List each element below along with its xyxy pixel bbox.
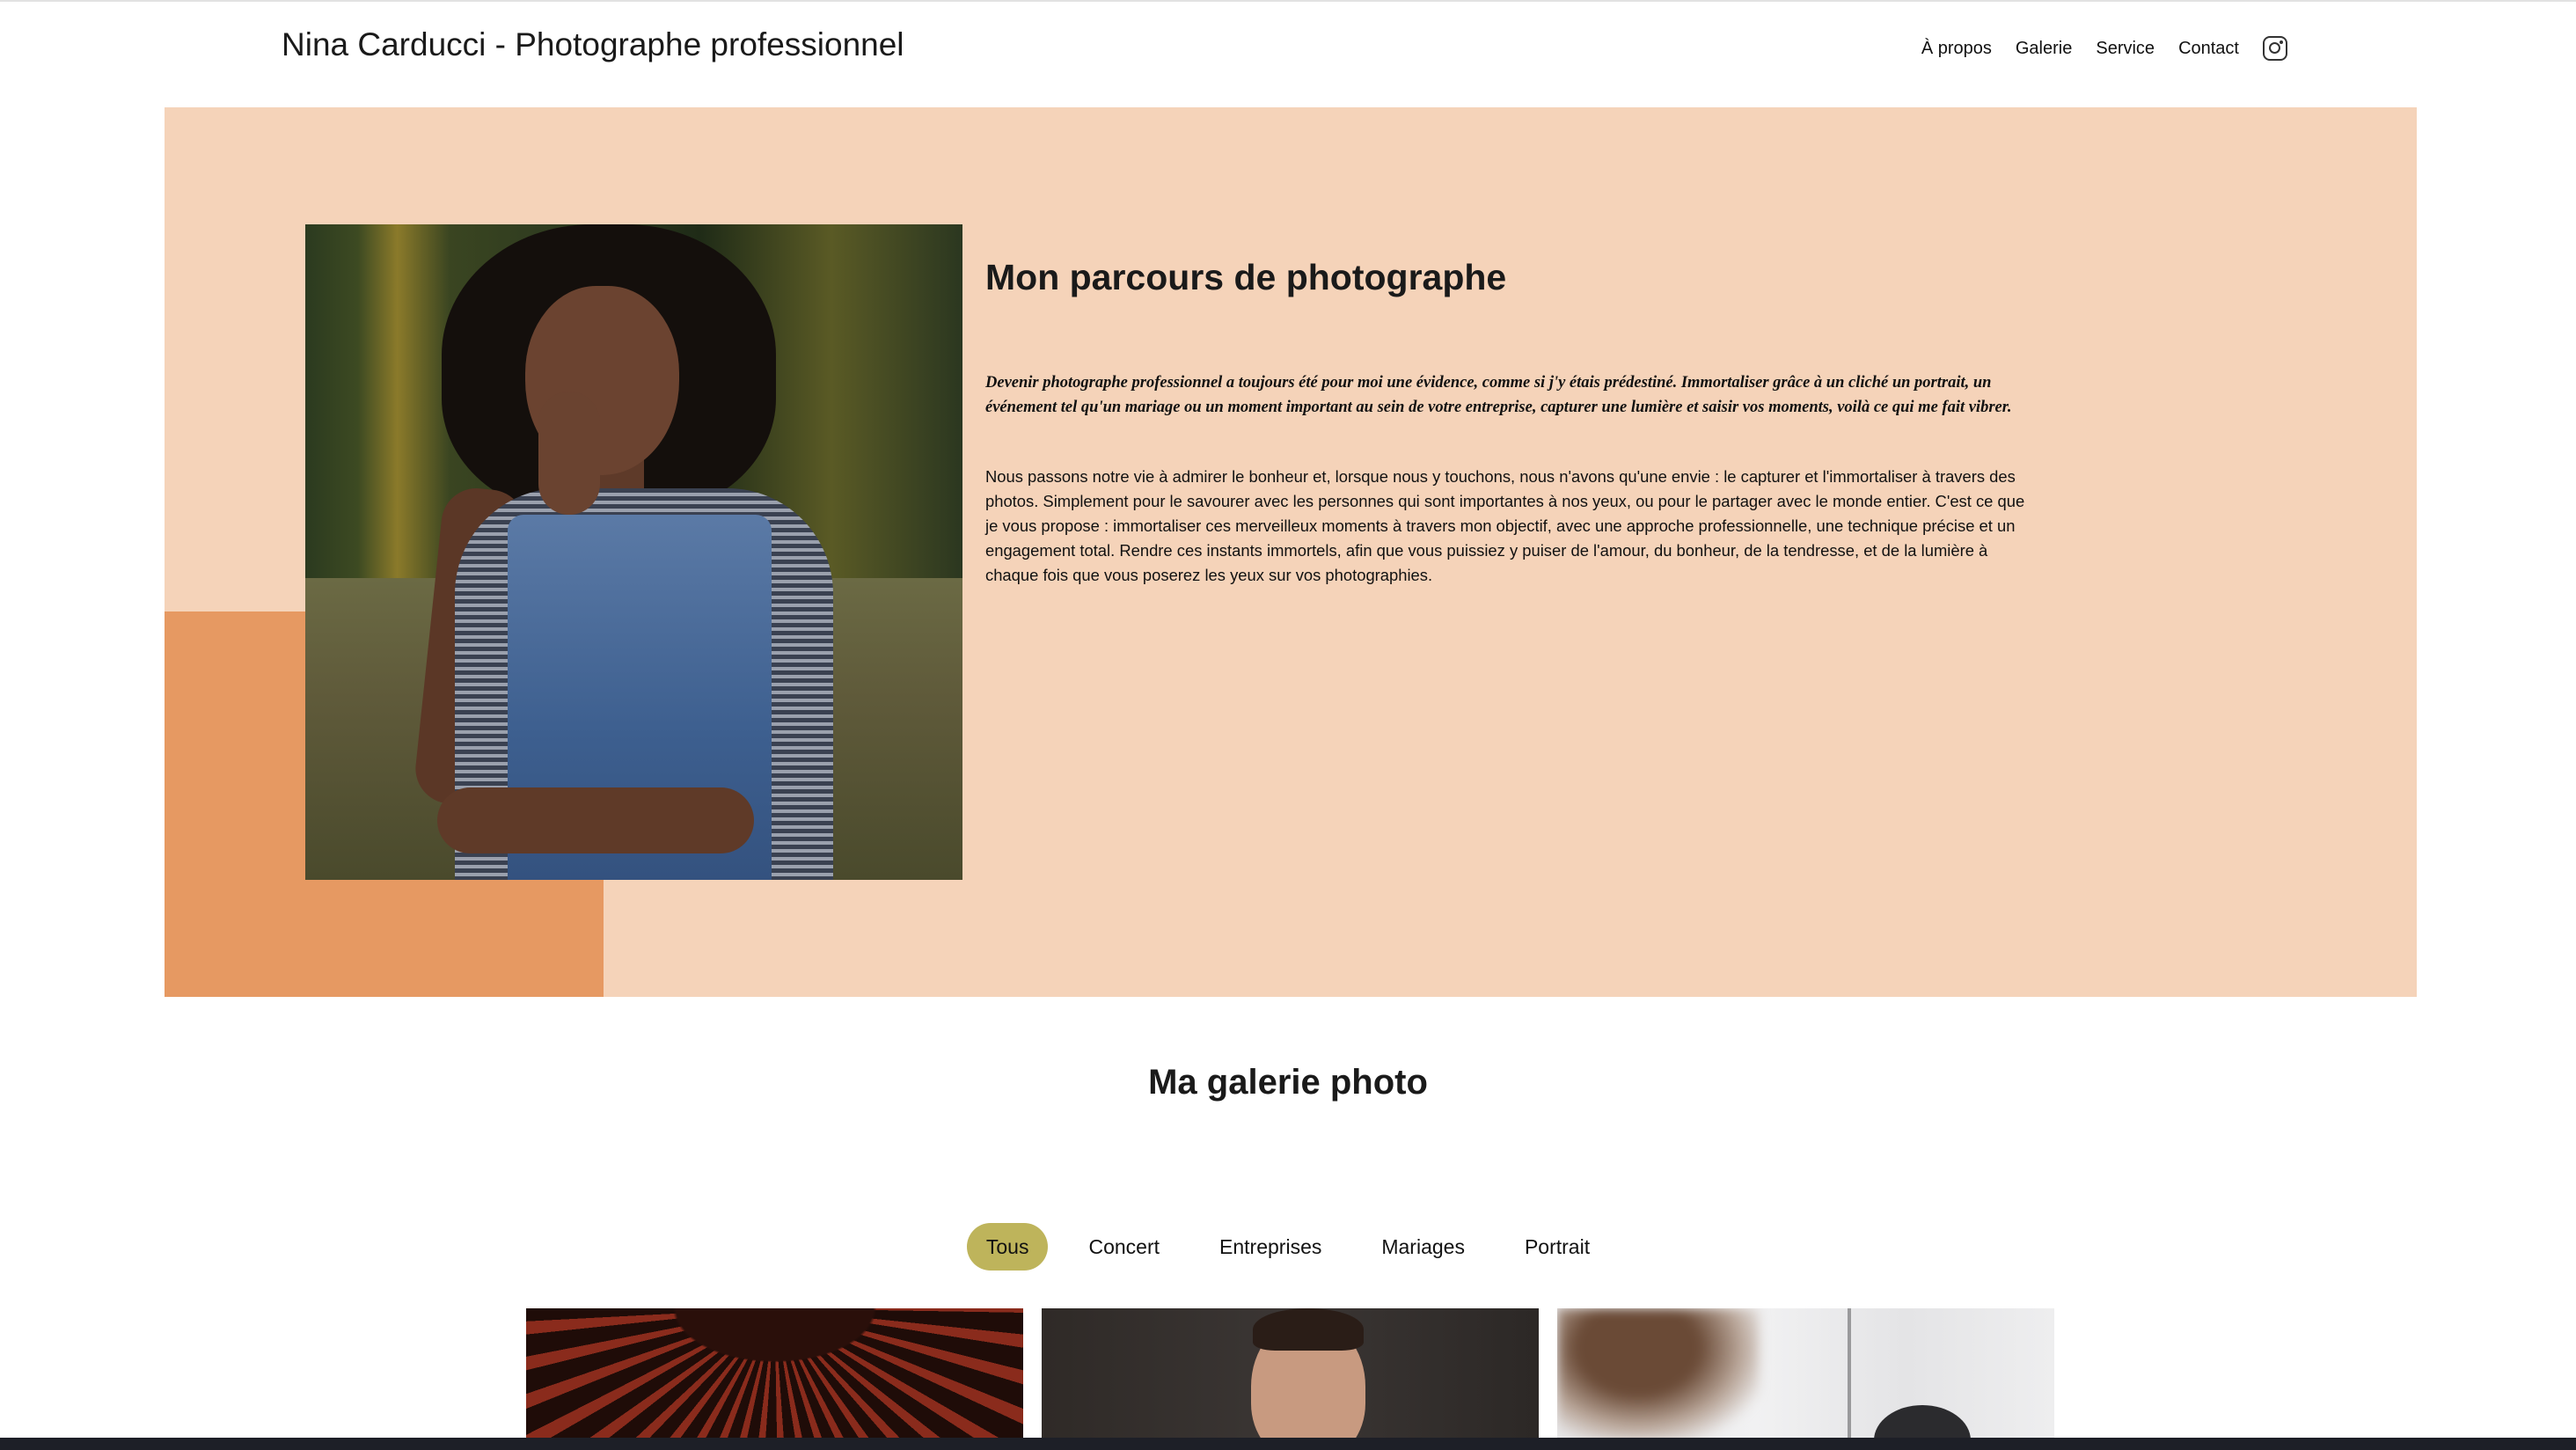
thumb-hair	[1253, 1308, 1364, 1351]
gallery-image-portrait-man[interactable]	[1042, 1308, 1539, 1440]
bottom-bar	[0, 1438, 2576, 1450]
site-header: Nina Carducci - Photographe professionne…	[0, 0, 2576, 106]
gallery-image-wedding[interactable]	[1557, 1308, 2054, 1440]
thumb-pole	[1848, 1308, 1851, 1440]
portrait-forearm	[437, 787, 754, 853]
thumb-dark	[1874, 1405, 1971, 1440]
filter-entreprises[interactable]: Entreprises	[1200, 1223, 1341, 1271]
nav-link-galerie[interactable]: Galerie	[2016, 32, 2072, 65]
photographer-portrait	[305, 224, 962, 880]
filter-concert[interactable]: Concert	[1069, 1223, 1179, 1271]
site-title[interactable]: Nina Carducci - Photographe professionne…	[282, 23, 904, 67]
gallery-title: Ma galerie photo	[1148, 1063, 1428, 1102]
instagram-icon[interactable]	[2263, 36, 2287, 61]
filter-portrait[interactable]: Portrait	[1505, 1223, 1609, 1271]
nav-link-service[interactable]: Service	[2096, 32, 2155, 65]
gallery-filters: Tous Concert Entreprises Mariages Portra…	[0, 1223, 2576, 1271]
about-lead: Devenir photographe professionnel a touj…	[985, 374, 2012, 416]
gallery-image-concert[interactable]	[526, 1308, 1023, 1440]
portrait-hand	[538, 392, 600, 515]
filter-tous[interactable]: Tous	[966, 1223, 1049, 1271]
thumb-blur	[1557, 1308, 1760, 1440]
about-section: Mon parcours de photographe Devenir phot…	[165, 107, 2417, 997]
filter-mariages[interactable]: Mariages	[1362, 1223, 1484, 1271]
main-nav: À propos Galerie Service Contact	[1898, 32, 2287, 65]
nav-link-contact[interactable]: Contact	[2178, 32, 2239, 65]
about-title: Mon parcours de photographe	[985, 257, 1507, 297]
about-body: Nous passons notre vie à admirer le bonh…	[985, 467, 2025, 584]
nav-link-a-propos[interactable]: À propos	[1921, 32, 1992, 65]
